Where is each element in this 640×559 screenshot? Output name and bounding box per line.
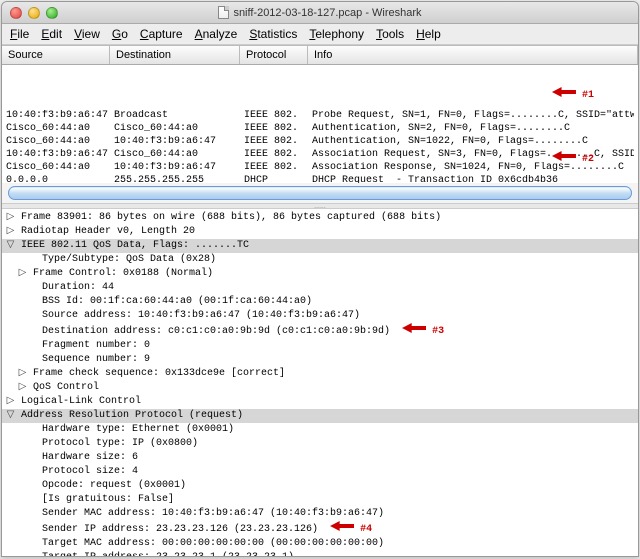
disclosure-triangle-icon[interactable]: ▷ (6, 225, 15, 239)
packet-list[interactable]: #1 #2 10:40:f3:b9:a6:47BroadcastIEEE 802… (2, 65, 638, 183)
annotation-1: #1 (552, 87, 594, 101)
disclosure-triangle-icon[interactable]: ▷ (18, 267, 27, 281)
tree-row[interactable]: Target IP address: 23.23.23.1 (23.23.23.… (2, 551, 638, 556)
tree-row[interactable]: Sender IP address: 23.23.23.126 (23.23.2… (2, 521, 638, 537)
tree-row[interactable]: Hardware size: 6 (2, 451, 638, 465)
tree-row[interactable]: Fragment number: 0 (2, 339, 638, 353)
col-source[interactable]: Source (2, 46, 110, 64)
menu-capture[interactable]: Capture (140, 27, 183, 41)
disclosure-triangle-icon[interactable]: ▷ (6, 395, 15, 409)
menu-tools[interactable]: Tools (376, 27, 404, 41)
menubar[interactable]: File Edit View Go Capture Analyze Statistics Te… (2, 24, 638, 45)
titlebar[interactable]: sniff-2012-03-18-127.pcap - Wireshark (2, 2, 638, 24)
tree-row[interactable]: Protocol size: 4 (2, 465, 638, 479)
tree-row[interactable]: [Is gratuitous: False] (2, 493, 638, 507)
packet-list-header[interactable]: Source Destination Protocol Info (2, 45, 638, 65)
tree-row[interactable]: ▷ QoS Control (2, 381, 638, 395)
tree-row[interactable]: Opcode: request (0x0001) (2, 479, 638, 493)
close-icon[interactable] (10, 7, 22, 19)
app-window: sniff-2012-03-18-127.pcap - Wireshark Fi… (1, 1, 639, 557)
tree-row[interactable]: Source address: 10:40:f3:b9:a6:47 (10:40… (2, 309, 638, 323)
menu-go[interactable]: Go (112, 27, 128, 41)
col-destination[interactable]: Destination (110, 46, 240, 64)
menu-statistics[interactable]: Statistics (249, 27, 297, 41)
tree-row[interactable]: Sequence number: 9 (2, 353, 638, 367)
packet-row[interactable]: Cisco_60:44:a010:40:f3:b9:a6:47IEEE 802.… (2, 135, 638, 148)
menu-file[interactable]: File (10, 27, 29, 41)
window-title: sniff-2012-03-18-127.pcap - Wireshark (2, 6, 638, 19)
tree-row[interactable]: Hardware type: Ethernet (0x0001) (2, 423, 638, 437)
tree-row[interactable]: Duration: 44 (2, 281, 638, 295)
h-scrollbar[interactable] (8, 186, 632, 200)
annotation-a3: #3 (402, 326, 444, 337)
menu-help[interactable]: Help (416, 27, 441, 41)
tree-row[interactable]: ▷ Radiotap Header v0, Length 20 (2, 225, 638, 239)
packet-details-tree[interactable]: ▷ Frame 83901: 86 bytes on wire (688 bit… (2, 209, 638, 556)
tree-row[interactable]: ▷ Logical-Link Control (2, 395, 638, 409)
disclosure-triangle-icon[interactable]: ▽ (6, 239, 15, 253)
tree-row[interactable]: Sender MAC address: 10:40:f3:b9:a6:47 (1… (2, 507, 638, 521)
tree-row[interactable]: ▷ Frame Control: 0x0188 (Normal) (2, 267, 638, 281)
tree-row[interactable]: Target MAC address: 00:00:00:00:00:00 (0… (2, 537, 638, 551)
annotation-a4: #4 (330, 524, 372, 535)
packet-row[interactable]: 0.0.0.0255.255.255.255DHCPDHCP Request -… (2, 174, 638, 183)
disclosure-triangle-icon[interactable]: ▷ (18, 381, 27, 395)
annotation-2: #2 (552, 151, 594, 165)
menu-analyze[interactable]: Analyze (195, 27, 238, 41)
zoom-icon[interactable] (46, 7, 58, 19)
tree-row[interactable]: Destination address: c0:c1:c0:a0:9b:9d (… (2, 323, 638, 339)
arrow-left-icon (402, 323, 426, 333)
packet-row[interactable]: Cisco_60:44:a010:40:f3:b9:a6:47IEEE 802.… (2, 161, 638, 174)
tree-row[interactable]: Protocol type: IP (0x0800) (2, 437, 638, 451)
minimize-icon[interactable] (28, 7, 40, 19)
tree-row[interactable]: ▷ Frame check sequence: 0x133dce9e [corr… (2, 367, 638, 381)
tree-row[interactable]: ▽ Address Resolution Protocol (request) (2, 409, 638, 423)
tree-row[interactable]: ▷ Frame 83901: 86 bytes on wire (688 bit… (2, 211, 638, 225)
packet-row[interactable]: 10:40:f3:b9:a6:47Cisco_60:44:a0IEEE 802.… (2, 148, 638, 161)
arrow-left-icon (330, 521, 354, 531)
col-protocol[interactable]: Protocol (240, 46, 308, 64)
packet-row[interactable]: 10:40:f3:b9:a6:47BroadcastIEEE 802.Probe… (2, 109, 638, 122)
col-info[interactable]: Info (308, 46, 638, 64)
window-title-text: sniff-2012-03-18-127.pcap - Wireshark (233, 7, 421, 19)
tree-row[interactable]: ▽ IEEE 802.11 QoS Data, Flags: .......TC (2, 239, 638, 253)
document-icon (218, 6, 229, 19)
arrow-left-icon (552, 151, 576, 161)
disclosure-triangle-icon[interactable]: ▷ (18, 367, 27, 381)
tree-row[interactable]: Type/Subtype: QoS Data (0x28) (2, 253, 638, 267)
traffic-lights (10, 7, 58, 19)
disclosure-triangle-icon[interactable]: ▷ (6, 211, 15, 225)
packet-row[interactable]: Cisco_60:44:a0Cisco_60:44:a0IEEE 802.Aut… (2, 122, 638, 135)
tree-row[interactable]: BSS Id: 00:1f:ca:60:44:a0 (00:1f:ca:60:4… (2, 295, 638, 309)
disclosure-triangle-icon[interactable]: ▽ (6, 409, 15, 423)
menu-view[interactable]: View (74, 27, 100, 41)
arrow-left-icon (552, 87, 576, 97)
menu-telephony[interactable]: Telephony (309, 27, 364, 41)
menu-edit[interactable]: Edit (41, 27, 62, 41)
